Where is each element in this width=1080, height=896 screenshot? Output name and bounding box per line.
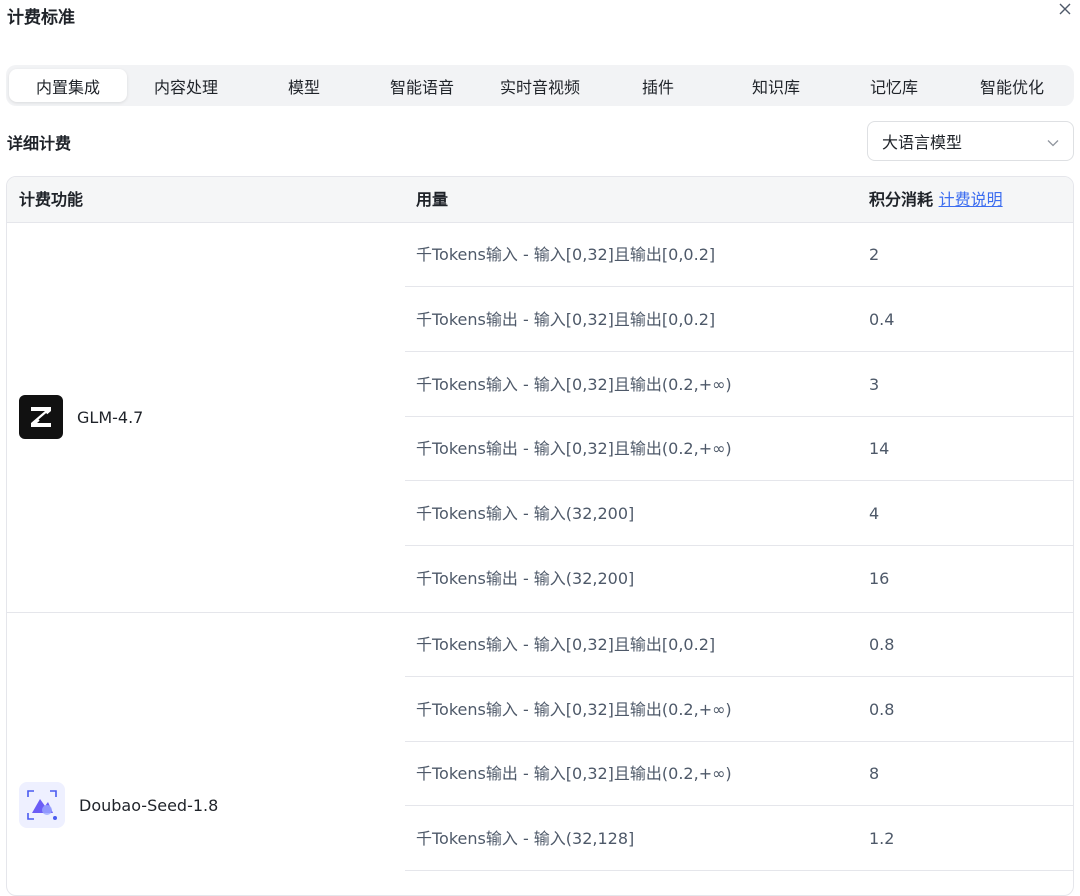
table-row: 千Tokens输入 - 输入(32,200] 4 [405, 482, 1073, 546]
table-row: 千Tokens输出 - 输入(32,200] 16 [405, 547, 1073, 611]
usage-cell: 千Tokens输出 - 输入[0,32]且输出(0.2,+∞) [416, 764, 732, 783]
feature-cell: Doubao-Seed-1.8 [19, 782, 218, 828]
table-row: 千Tokens输出 - 输入[0,32]且输出[0,0.2] 0.4 [405, 288, 1073, 352]
tab-plugins[interactable]: 插件 [599, 69, 717, 102]
billing-group-glm: GLM-4.7 千Tokens输入 - 输入[0,32]且输出[0,0.2] 2… [7, 223, 1073, 612]
select-value: 大语言模型 [882, 133, 963, 152]
usage-cell: 千Tokens输出 - 输入(32,200] [416, 569, 635, 588]
glm-z-logo [19, 395, 63, 439]
table-row: 千Tokens输入 - 输入[0,32]且输出(0.2,+∞) 3 [405, 353, 1073, 417]
credits-cell: 3 [869, 375, 880, 394]
credits-cell: 4 [869, 504, 880, 523]
billing-explanation-link[interactable]: 计费说明 [939, 190, 1003, 209]
header-feature: 计费功能 [19, 190, 84, 209]
model-type-select[interactable]: 大语言模型 [867, 121, 1074, 161]
credits-cell: 1.2 [869, 829, 895, 848]
usage-cell: 千Tokens输入 - 输入[0,32]且输出[0,0.2] [416, 245, 716, 264]
feature-cell: GLM-4.7 [19, 395, 143, 439]
credits-cell: 0.8 [869, 635, 895, 654]
billing-group-doubao: Doubao-Seed-1.8 千Tokens输入 - 输入[0,32]且输出[… [7, 612, 1073, 895]
table-row: 千Tokens输入 - 输入(32,128] 1.2 [405, 807, 1073, 871]
usage-cell: 千Tokens输入 - 输入[0,32]且输出(0.2,+∞) [416, 375, 732, 394]
section-title: 详细计费 [7, 134, 72, 153]
header-credits-label: 积分消耗 [869, 190, 934, 209]
table-header: 计费功能 用量 积分消耗 计费说明 [7, 177, 1073, 223]
category-tabs: 内置集成 内容处理 模型 智能语音 实时音视频 插件 知识库 记忆库 智能优化 [6, 65, 1074, 106]
table-row: 千Tokens输入 - 输入[0,32]且输出(0.2,+∞) 0.8 [405, 678, 1073, 742]
usage-cell: 千Tokens输入 - 输入(32,200] [416, 504, 635, 523]
table-row: 千Tokens输入 - 输入[0,32]且输出[0,0.2] 2 [405, 223, 1073, 287]
tab-model[interactable]: 模型 [245, 69, 363, 102]
dialog-title: 计费标准 [7, 8, 75, 28]
credits-cell: 16 [869, 569, 890, 588]
usage-cell: 千Tokens输出 - 输入[0,32]且输出[0,0.2] [416, 310, 716, 329]
usage-cell: 千Tokens输入 - 输入[0,32]且输出[0,0.2] [416, 635, 716, 654]
header-usage: 用量 [416, 190, 449, 209]
usage-cell: 千Tokens输入 - 输入[0,32]且输出(0.2,+∞) [416, 700, 732, 719]
billing-table: 计费功能 用量 积分消耗 计费说明 GLM-4.7 千Tokens输入 - 输入… [6, 176, 1074, 896]
feature-name: GLM-4.7 [77, 407, 144, 427]
credits-cell: 0.4 [869, 310, 895, 329]
feature-name: Doubao-Seed-1.8 [79, 795, 219, 815]
table-row: 千Tokens输入 - 输入[0,32]且输出[0,0.2] 0.8 [405, 613, 1073, 677]
usage-cell: 千Tokens输入 - 输入(32,128] [416, 829, 635, 848]
tab-memory-base[interactable]: 记忆库 [835, 69, 953, 102]
tab-knowledge-base[interactable]: 知识库 [717, 69, 835, 102]
close-icon [1058, 1, 1072, 20]
tab-realtime-av[interactable]: 实时音视频 [481, 69, 599, 102]
tab-builtin-integration[interactable]: 内置集成 [9, 69, 127, 102]
doubao-logo [19, 782, 65, 828]
chevron-down-icon [1047, 132, 1059, 151]
credits-cell: 0.8 [869, 700, 895, 719]
close-button[interactable] [1055, 0, 1075, 20]
usage-cell: 千Tokens输出 - 输入[0,32]且输出(0.2,+∞) [416, 439, 732, 458]
credits-cell: 8 [869, 764, 880, 783]
tab-smart-optimization[interactable]: 智能优化 [953, 69, 1071, 102]
tab-smart-voice[interactable]: 智能语音 [363, 69, 481, 102]
table-row: 千Tokens输出 - 输入[0,32]且输出(0.2,+∞) 14 [405, 417, 1073, 481]
table-row: 千Tokens输出 - 输入[0,32]且输出(0.2,+∞) 8 [405, 742, 1073, 806]
header-credits: 积分消耗 计费说明 [869, 177, 1003, 223]
credits-cell: 2 [869, 245, 880, 264]
credits-cell: 14 [869, 439, 890, 458]
tab-content-processing[interactable]: 内容处理 [127, 69, 245, 102]
